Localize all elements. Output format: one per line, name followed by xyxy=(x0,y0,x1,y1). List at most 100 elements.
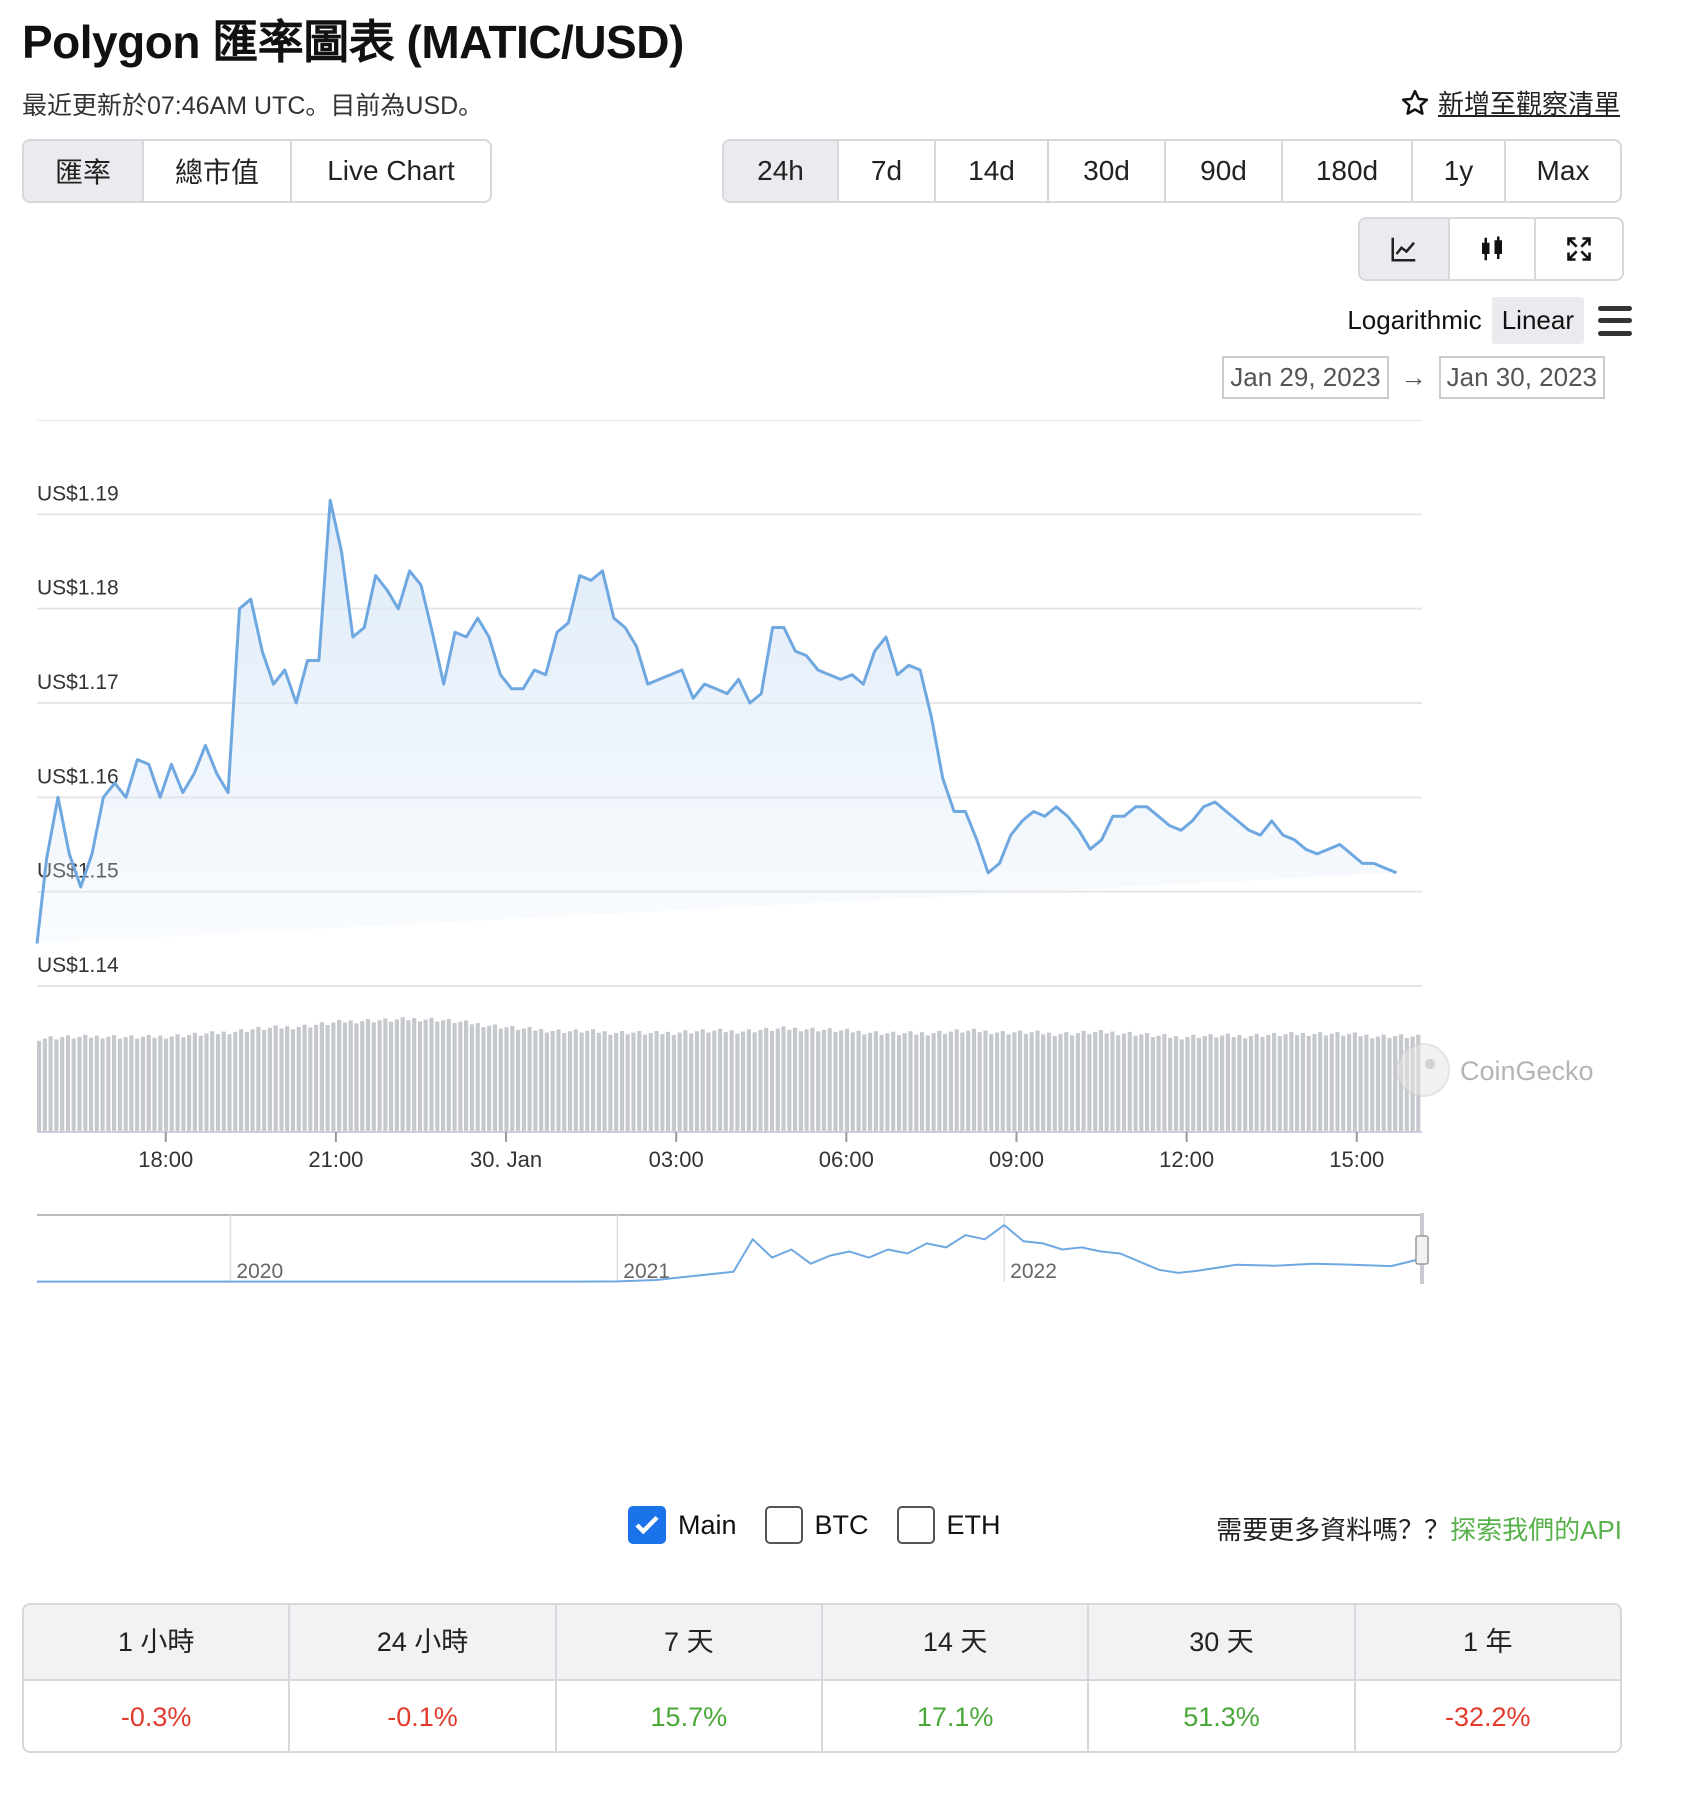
volume-bar xyxy=(394,1019,399,1132)
volume-bar xyxy=(314,1024,319,1132)
volume-bar xyxy=(642,1034,648,1132)
api-link[interactable]: 探索我們的API xyxy=(1450,1515,1622,1545)
date-to-input[interactable]: Jan 30, 2023 xyxy=(1438,356,1605,399)
volume-bar xyxy=(868,1032,873,1132)
y-tick-label: US$1.18 xyxy=(37,577,119,600)
volume-bar xyxy=(1179,1039,1184,1132)
tab-price[interactable]: 匯率 xyxy=(24,141,144,201)
volume-bar xyxy=(492,1024,498,1132)
volume-bar xyxy=(1243,1038,1248,1132)
tab-live-chart[interactable]: Live Chart xyxy=(292,141,490,201)
scale-selector: Logarithmic Linear xyxy=(1337,297,1632,344)
volume-bar xyxy=(198,1035,203,1132)
volume-bar xyxy=(885,1033,890,1132)
eth-series-toggle[interactable]: ETH xyxy=(896,1506,1001,1544)
volume-bar xyxy=(544,1032,549,1132)
range-7d-button[interactable]: 7d xyxy=(839,141,936,201)
volume-bar xyxy=(573,1029,578,1132)
volume-bar xyxy=(1041,1034,1046,1132)
volume-bar xyxy=(793,1027,798,1132)
perf-value-14d: 17.1% xyxy=(822,1679,1090,1751)
range-14d-button[interactable]: 14d xyxy=(936,141,1049,201)
candlestick-icon xyxy=(1482,236,1502,261)
volume-bar xyxy=(712,1030,717,1132)
volume-bar xyxy=(469,1024,474,1132)
range-30d-button[interactable]: 30d xyxy=(1049,141,1166,201)
volume-bar xyxy=(464,1020,469,1132)
add-to-watchlist-button[interactable]: 新增至觀察清單 xyxy=(1400,84,1620,121)
logarithmic-scale-button[interactable]: Logarithmic xyxy=(1337,297,1491,344)
price-chart[interactable]: US$1.20US$1.19US$1.18US$1.17US$1.16US$1.… xyxy=(0,420,1702,1480)
volume-bar xyxy=(1196,1037,1202,1132)
volume-bar xyxy=(919,1032,925,1132)
tab-market-cap[interactable]: 總市值 xyxy=(144,141,292,201)
volume-bar xyxy=(619,1031,625,1132)
volume-bar xyxy=(1191,1034,1196,1132)
navigator-handle[interactable] xyxy=(1415,1235,1429,1265)
main-checkbox[interactable] xyxy=(628,1506,666,1544)
perf-header-1h: 1 小時 xyxy=(24,1605,291,1679)
range-90d-button[interactable]: 90d xyxy=(1166,141,1283,201)
fullscreen-button[interactable] xyxy=(1536,219,1622,279)
hamburger-menu-icon[interactable] xyxy=(1598,305,1632,336)
volume-bar xyxy=(908,1031,913,1132)
last-updated-text: 最近更新於07:46AM UTC。目前為USD。 xyxy=(22,92,484,120)
volume-bar xyxy=(614,1032,619,1132)
volume-bar xyxy=(850,1032,855,1132)
date-from-input[interactable]: Jan 29, 2023 xyxy=(1222,356,1389,399)
volume-bar xyxy=(1006,1034,1011,1132)
volume-bar xyxy=(100,1038,105,1132)
volume-bar xyxy=(140,1036,146,1132)
volume-bar xyxy=(227,1034,232,1132)
range-24h-button[interactable]: 24h xyxy=(724,141,839,201)
volume-bar xyxy=(1081,1030,1086,1132)
perf-value-1h: -0.3% xyxy=(24,1679,291,1751)
candlestick-button[interactable] xyxy=(1450,219,1536,279)
line-chart-button[interactable] xyxy=(1360,219,1450,279)
api-promo: 需要更多資料嗎？？探索我們的API xyxy=(1216,1510,1622,1547)
volume-bar xyxy=(856,1030,861,1132)
volume-bar xyxy=(475,1023,480,1132)
volume-bar xyxy=(1121,1033,1127,1132)
volume-bar xyxy=(844,1028,850,1132)
volume-bar xyxy=(1173,1036,1179,1132)
volume-bar xyxy=(423,1019,428,1132)
performance-header-row: 1 小時 24 小時 7 天 14 天 30 天 1 年 xyxy=(24,1605,1620,1679)
volume-bar xyxy=(1220,1035,1225,1132)
volume-bar xyxy=(1093,1031,1098,1132)
volume-bar xyxy=(1272,1032,1277,1132)
volume-bar xyxy=(279,1028,284,1132)
perf-header-30d: 30 天 xyxy=(1089,1605,1356,1679)
volume-bar xyxy=(637,1031,642,1132)
volume-bar xyxy=(337,1019,342,1132)
volume-bar xyxy=(441,1020,446,1132)
volume-bar xyxy=(296,1027,301,1132)
volume-bar xyxy=(677,1032,682,1132)
btc-checkbox[interactable] xyxy=(764,1506,803,1544)
btc-series-toggle[interactable]: BTC xyxy=(764,1506,869,1544)
volume-bar xyxy=(1393,1036,1398,1132)
volume-bar xyxy=(1266,1034,1271,1132)
x-tick-label: 06:00 xyxy=(819,1147,874,1172)
volume-bar xyxy=(769,1030,775,1132)
volume-bar xyxy=(371,1022,376,1132)
x-tick-label: 15:00 xyxy=(1329,1147,1384,1172)
range-navigator[interactable]: 2020 2021 2022 xyxy=(37,1213,1429,1284)
volume-bar xyxy=(435,1021,440,1132)
volume-bar xyxy=(902,1033,907,1132)
volume-bar xyxy=(804,1029,809,1132)
volume-bar xyxy=(1018,1030,1023,1132)
volume-bar xyxy=(221,1031,226,1132)
volume-bar xyxy=(931,1033,936,1132)
range-1y-button[interactable]: 1y xyxy=(1413,141,1506,201)
linear-scale-button[interactable]: Linear xyxy=(1491,297,1584,344)
range-max-button[interactable]: Max xyxy=(1506,141,1620,201)
main-series-toggle[interactable]: Main xyxy=(628,1506,737,1544)
volume-bar xyxy=(700,1029,705,1132)
eth-checkbox[interactable] xyxy=(896,1506,935,1544)
volume-bar xyxy=(383,1018,388,1132)
volume-bar xyxy=(192,1032,197,1132)
volume-bar xyxy=(562,1033,567,1132)
volume-bar xyxy=(585,1030,590,1132)
range-180d-button[interactable]: 180d xyxy=(1283,141,1413,201)
